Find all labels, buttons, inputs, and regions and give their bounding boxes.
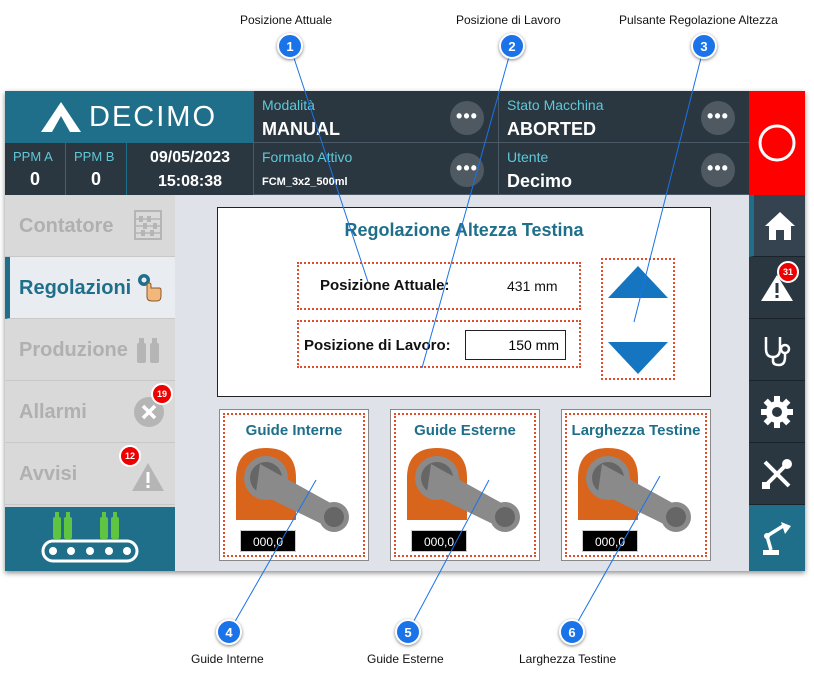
utente-more-button[interactable]: ••• xyxy=(701,153,735,187)
height-adjust-panel: Regolazione Altezza Testina Posizione At… xyxy=(217,207,711,397)
nav-item-produzione[interactable]: Produzione xyxy=(5,319,175,381)
robot-arm-icon xyxy=(763,522,791,555)
conveyor-button[interactable] xyxy=(5,507,175,571)
stato-value: ABORTED xyxy=(507,119,596,139)
gear-icon xyxy=(761,395,793,428)
card-value: 000,0 xyxy=(411,530,467,552)
callout-label-pulsante-regolazione: Pulsante Regolazione Altezza xyxy=(619,13,778,27)
callout-label-posizione-lavoro: Posizione di Lavoro xyxy=(456,13,561,27)
ppm-a-label: PPM A xyxy=(13,149,53,164)
formato-label: Formato Attivo xyxy=(262,149,353,165)
stato-more-button[interactable]: ••• xyxy=(701,101,735,135)
nav-item-label: Avvisi xyxy=(19,463,78,485)
formato-value: FCM_3x2_500ml xyxy=(262,176,348,188)
modalita-box: Modalità MANUAL ••• xyxy=(253,91,498,143)
card-value: 000,0 xyxy=(582,530,638,552)
decimo-logo: DECIMO xyxy=(5,91,253,143)
card-title: Larghezza Testine xyxy=(571,422,701,439)
abacus-icon xyxy=(134,210,162,240)
gear-hand-icon xyxy=(138,274,162,302)
main-area: Regolazione Altezza Testina Posizione At… xyxy=(175,195,749,571)
stato-label: Stato Macchina xyxy=(507,97,604,113)
modalita-label: Modalità xyxy=(262,97,315,113)
date-text: 09/05/2023 xyxy=(149,149,231,166)
ppm-b-label: PPM B xyxy=(74,149,115,164)
ppm-b-value: 0 xyxy=(90,169,101,189)
tools-icon xyxy=(762,458,792,489)
warning-icon xyxy=(132,463,164,491)
card-guide-esterne[interactable]: Guide Esterne 000,0 xyxy=(390,409,540,561)
right-nav: 31 xyxy=(749,195,805,571)
callout-pin-2: 2 xyxy=(499,33,525,59)
logo-text: DECIMO xyxy=(89,100,217,133)
height-up-button[interactable] xyxy=(608,266,668,298)
utente-value: Decimo xyxy=(507,171,573,191)
callout-pin-1: 1 xyxy=(277,33,303,59)
posizione-lavoro-label: Posizione di Lavoro: xyxy=(304,337,451,354)
nav-item-label: Regolazioni xyxy=(19,277,132,299)
nav-home[interactable] xyxy=(749,195,805,257)
nav-item-allarmi[interactable]: Allarmi 19 xyxy=(5,381,175,443)
nav-item-label: Contatore xyxy=(19,215,114,237)
card-guide-interne[interactable]: Guide Interne 000,0 xyxy=(219,409,369,561)
nav-alarms[interactable]: 31 xyxy=(749,257,805,319)
conveyor-bottles-icon xyxy=(41,512,139,563)
time-text: 15:08:38 xyxy=(157,173,223,190)
ppm-b-counter: PPM B 0 xyxy=(66,143,127,195)
utente-box: Utente Decimo ••• xyxy=(498,143,749,195)
ppm-a-value: 0 xyxy=(29,169,40,189)
card-title: Guide Esterne xyxy=(414,422,516,439)
hmi-screen: DECIMO PPM A 0 PPM B 0 09/05/2023 15:08:… xyxy=(5,91,805,571)
posizione-attuale-label: Posizione Attuale: xyxy=(320,277,450,294)
callout-pin-5: 5 xyxy=(395,619,421,645)
height-down-button[interactable] xyxy=(608,342,668,374)
alarm-count-badge: 31 xyxy=(777,261,799,283)
formato-box: Formato Attivo FCM_3x2_500ml ••• xyxy=(253,143,498,195)
nav-robot-arm[interactable] xyxy=(749,505,805,571)
nav-item-label: Produzione xyxy=(19,339,128,361)
posizione-lavoro-input[interactable]: 150 mm xyxy=(465,330,566,360)
utente-label: Utente xyxy=(507,149,549,165)
allarmi-badge: 19 xyxy=(151,383,173,405)
logo-triangle-icon xyxy=(41,102,81,132)
nav-item-regolazioni[interactable]: Regolazioni xyxy=(5,257,175,319)
home-icon xyxy=(764,211,795,240)
card-title: Guide Interne xyxy=(245,422,343,439)
card-value: 000,0 xyxy=(240,530,296,552)
stop-button[interactable] xyxy=(749,91,805,195)
nav-tools[interactable] xyxy=(749,443,805,505)
panel-title: Regolazione Altezza Testina xyxy=(344,220,584,240)
nav-item-avvisi[interactable]: Avvisi 12 xyxy=(5,443,175,505)
callout-label-posizione-attuale: Posizione Attuale xyxy=(240,13,333,27)
callout-pin-3: 3 xyxy=(691,33,717,59)
left-nav: Contatore Regolazioni Produzione Allarmi… xyxy=(5,195,175,571)
datetime-display: 09/05/2023 15:08:38 xyxy=(127,143,253,195)
nav-settings[interactable] xyxy=(749,381,805,443)
stato-box: Stato Macchina ABORTED ••• xyxy=(498,91,749,143)
bottles-icon xyxy=(137,338,159,363)
formato-more-button[interactable]: ••• xyxy=(450,153,484,187)
avvisi-badge: 12 xyxy=(119,445,141,467)
stop-circle-icon xyxy=(758,124,796,162)
modalita-value: MANUAL xyxy=(262,119,340,139)
nav-diagnostics[interactable] xyxy=(749,319,805,381)
callout-pin-6: 6 xyxy=(559,619,585,645)
nav-item-contatore[interactable]: Contatore xyxy=(5,195,175,257)
callout-label-larghezza-testine: Larghezza Testine xyxy=(519,652,617,666)
callout-label-guide-esterne: Guide Esterne xyxy=(367,652,444,666)
posizione-attuale-value: 431 mm xyxy=(507,278,558,294)
ppm-a-counter: PPM A 0 xyxy=(5,143,66,195)
card-larghezza-testine[interactable]: Larghezza Testine 000,0 xyxy=(561,409,711,561)
callout-label-guide-interne: Guide Interne xyxy=(191,652,264,666)
callout-pin-4: 4 xyxy=(216,619,242,645)
stethoscope-icon xyxy=(764,336,791,366)
modalita-more-button[interactable]: ••• xyxy=(450,101,484,135)
nav-item-label: Allarmi xyxy=(19,401,87,423)
